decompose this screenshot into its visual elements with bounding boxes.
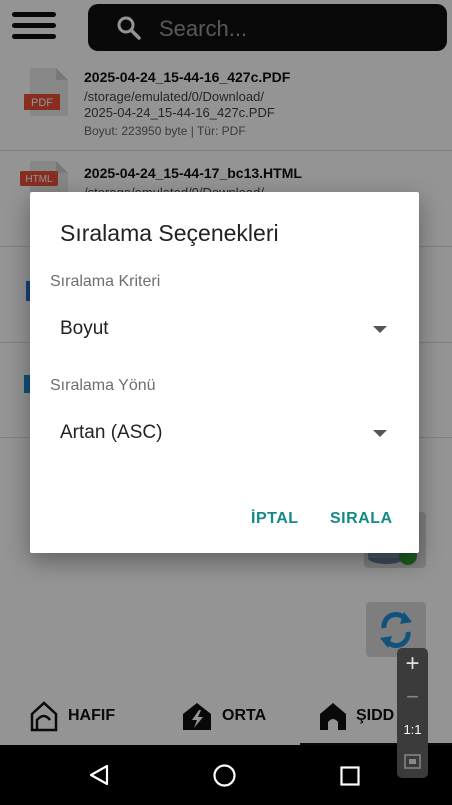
sort-criteria-dropdown[interactable]: Boyut: [50, 306, 390, 352]
dropdown-arrow-icon: [373, 326, 387, 333]
zoom-ratio[interactable]: 1:1: [397, 722, 428, 737]
sort-direction-label: Sıralama Yönü: [50, 377, 156, 394]
sort-options-dialog: Sıralama Seçenekleri Sıralama Kriteri Bo…: [30, 192, 419, 553]
sort-direction-dropdown[interactable]: Artan (ASC): [50, 410, 390, 456]
zoom-control: + − 1:1: [397, 648, 428, 778]
sort-criteria-label: Sıralama Kriteri: [50, 273, 161, 290]
system-navigation-bar: [0, 745, 452, 805]
dropdown-arrow-icon: [373, 430, 387, 437]
zoom-out-icon[interactable]: −: [397, 684, 428, 710]
zoom-in-icon[interactable]: +: [397, 650, 428, 678]
recents-icon[interactable]: [340, 766, 360, 786]
sort-criteria-value: Boyut: [60, 318, 109, 339]
dialog-title: Sıralama Seçenekleri: [60, 220, 279, 246]
back-icon[interactable]: [88, 764, 110, 786]
cancel-button[interactable]: İPTAL: [251, 510, 299, 528]
sort-direction-value: Artan (ASC): [60, 422, 163, 443]
home-icon[interactable]: [212, 763, 237, 788]
sort-button[interactable]: SIRALA: [330, 510, 393, 528]
fit-screen-icon[interactable]: [404, 754, 421, 769]
